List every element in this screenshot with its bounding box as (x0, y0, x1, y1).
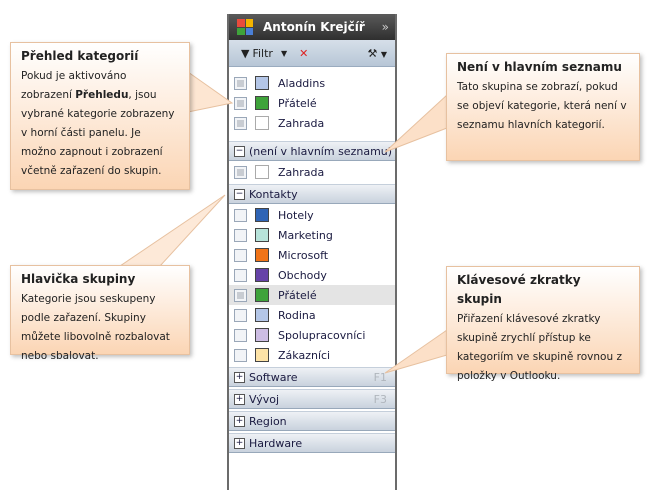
callout-group-header: Hlavička skupiny Kategorie jsou seskupen… (10, 265, 190, 362)
callout-shortcuts: Klávesové zkratky skupin Přiřazení kláve… (446, 266, 640, 382)
callout-text: Pokud je aktivováno zobrazení Přehledu, … (21, 70, 175, 177)
callout-overview: Přehled kategorií Pokud je aktivováno zo… (10, 42, 190, 190)
callout-text: Přiřazení klávesové zkratky skupině zryc… (457, 313, 622, 382)
callout-title: Přehled kategorií (21, 49, 139, 63)
callout-title: Hlavička skupiny (21, 272, 136, 286)
callout-title: Není v hlavním seznamu (457, 60, 622, 74)
callout-title: Klávesové zkratky skupin (457, 273, 581, 306)
callout-not-main: Není v hlavním seznamu Tato skupina se z… (446, 53, 640, 161)
callout-text: Kategorie jsou seskupeny podle zařazení.… (21, 293, 170, 362)
callout-text: Tato skupina se zobrazí, pokud se objeví… (457, 81, 627, 131)
